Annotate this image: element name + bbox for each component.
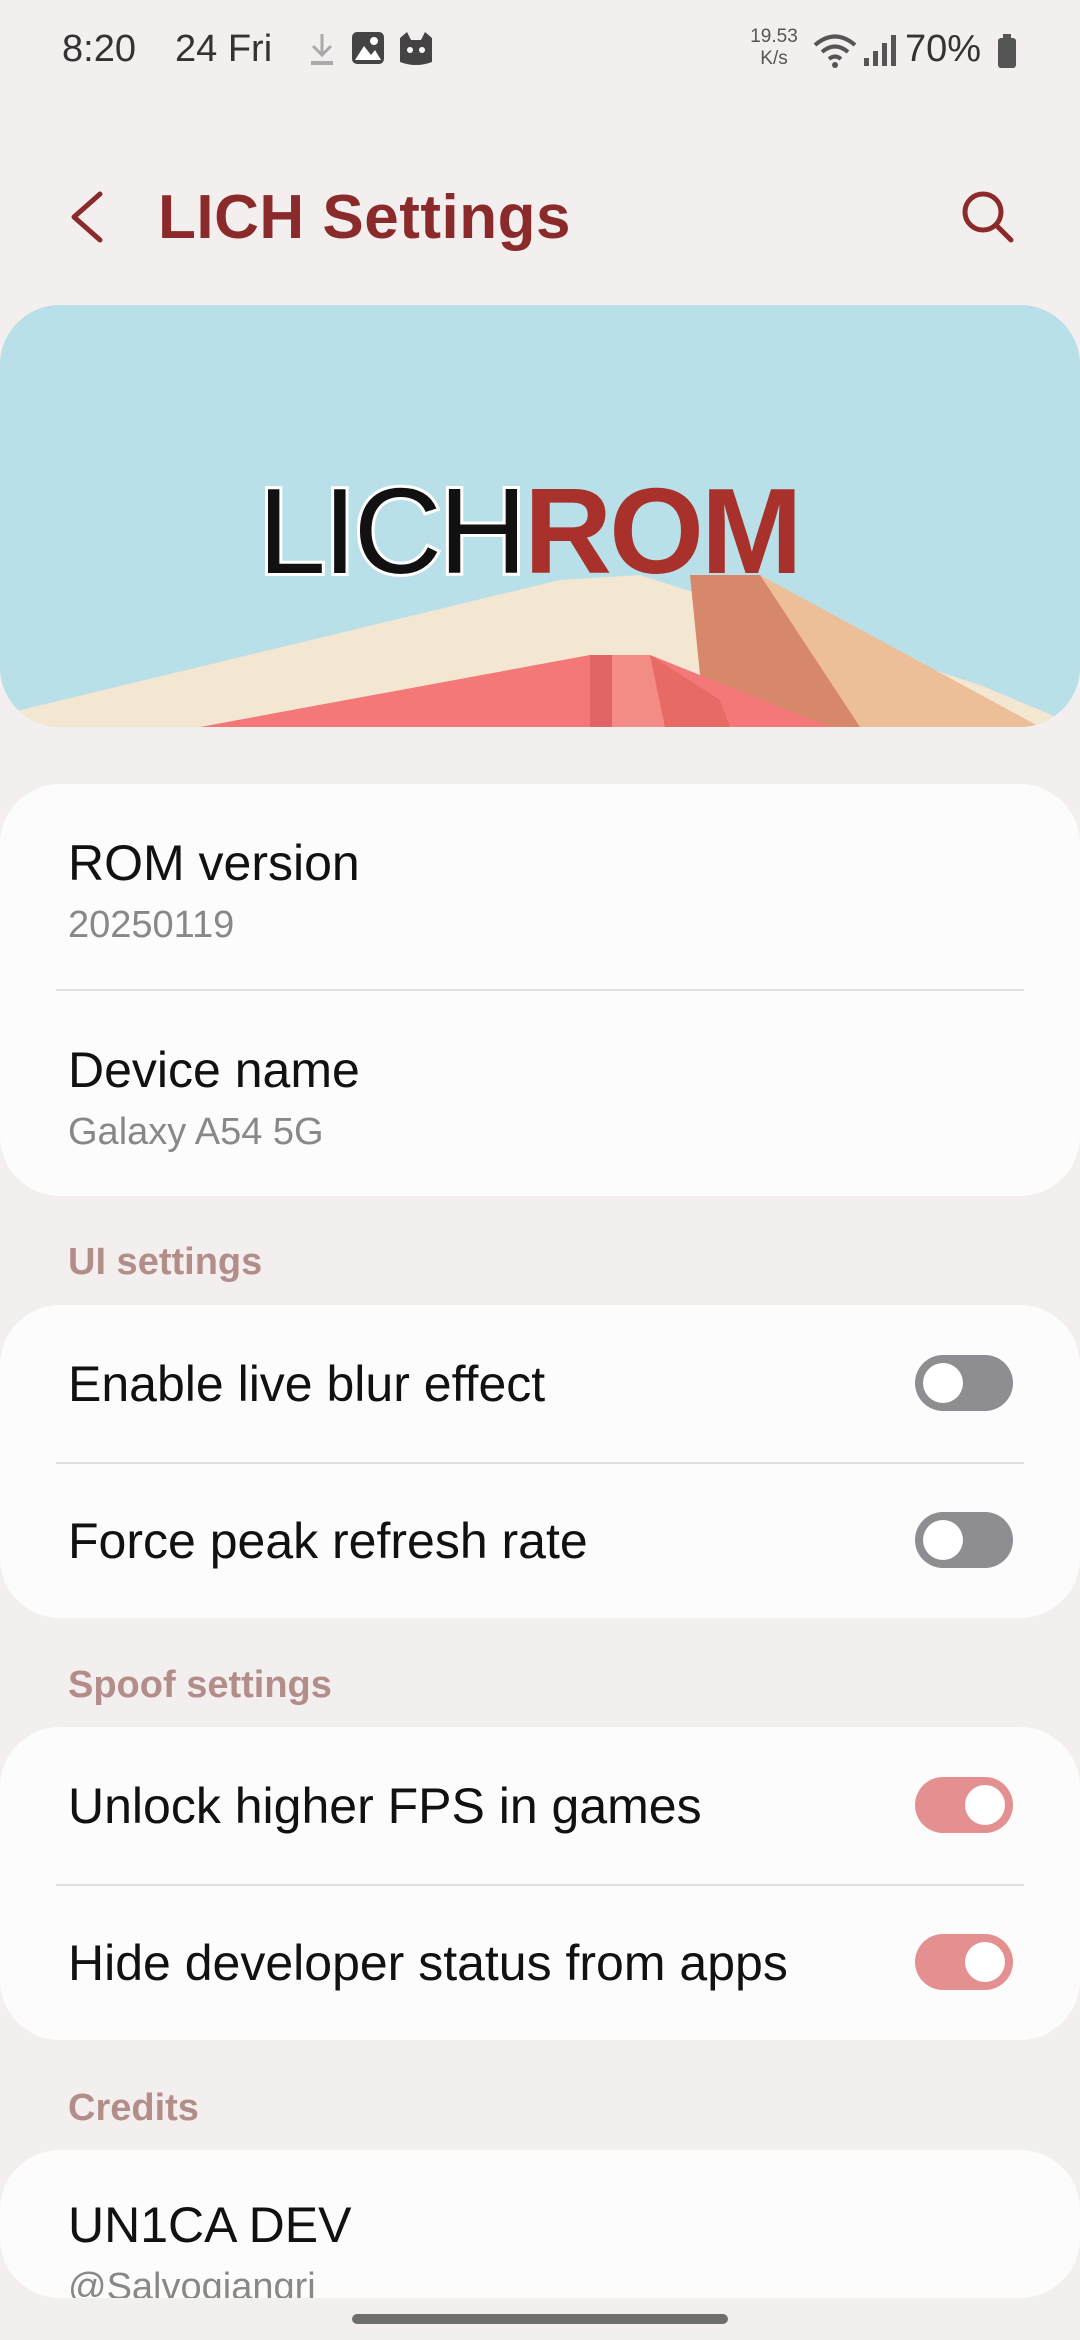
peak-refresh-switch[interactable] <box>915 1512 1013 1568</box>
unlock-fps-label: Unlock higher FPS in games <box>68 1778 702 1834</box>
section-header-ui-settings: UI settings <box>68 1241 263 1283</box>
wifi-icon <box>812 32 858 75</box>
rom-version-row[interactable]: ROM version 20250119 <box>0 784 1080 990</box>
cat-icon <box>396 30 436 71</box>
switch-knob <box>923 1363 963 1403</box>
status-bar: 8:20 24 Fri 19.53 K/s 70% <box>0 0 1080 100</box>
network-speed-value: 19.53 <box>750 26 798 47</box>
back-button[interactable] <box>60 182 120 252</box>
device-name-title: Device name <box>68 1042 360 1098</box>
search-button[interactable] <box>955 184 1019 248</box>
battery-icon <box>996 34 1018 75</box>
device-name-row[interactable]: Device name Galaxy A54 5G <box>0 991 1080 1196</box>
credits-card: UN1CA DEV @Salvogiangri <box>0 2150 1080 2298</box>
search-icon <box>962 191 1014 243</box>
info-card: ROM version 20250119 Device name Galaxy … <box>0 784 1080 1196</box>
credit-handle: @Salvogiangri <box>68 2266 316 2298</box>
page-title: LICH Settings <box>158 183 571 252</box>
battery-percentage: 70% <box>905 28 982 70</box>
unlock-fps-row[interactable]: Unlock higher FPS in games <box>0 1727 1080 1885</box>
rom-version-title: ROM version <box>68 835 360 891</box>
gallery-icon <box>350 30 386 71</box>
section-header-credits: Credits <box>68 2087 199 2129</box>
peak-refresh-row[interactable]: Force peak refresh rate <box>0 1464 1080 1618</box>
network-speed: 19.53 K/s <box>748 26 800 70</box>
switch-knob <box>965 1785 1005 1825</box>
peak-refresh-label: Force peak refresh rate <box>68 1513 588 1569</box>
logo-lich-text: LICH <box>255 463 530 599</box>
spoof-settings-card: Unlock higher FPS in games Hide develope… <box>0 1727 1080 2040</box>
device-name-value: Galaxy A54 5G <box>68 1111 324 1153</box>
unlock-fps-switch[interactable] <box>915 1777 1013 1833</box>
credit-name: UN1CA DEV <box>68 2197 352 2253</box>
hide-dev-status-row[interactable]: Hide developer status from apps <box>0 1886 1080 2040</box>
home-indicator[interactable] <box>352 2314 728 2324</box>
hide-dev-status-switch[interactable] <box>915 1934 1013 1990</box>
download-icon <box>306 30 338 75</box>
app-bar: LICH Settings <box>0 160 1080 270</box>
live-blur-label: Enable live blur effect <box>68 1356 546 1412</box>
logo-rom-text: ROM <box>523 463 803 599</box>
lichrom-logo: LICHROM <box>255 467 803 595</box>
credit-row[interactable]: UN1CA DEV @Salvogiangri <box>0 2150 1080 2298</box>
status-date: 24 Fri <box>175 28 273 70</box>
switch-knob <box>965 1942 1005 1982</box>
section-header-spoof-settings: Spoof settings <box>68 1664 332 1706</box>
settings-screen: 8:20 24 Fri 19.53 K/s 70% LICH Settings … <box>0 0 1080 2340</box>
chevron-left-icon <box>71 191 103 243</box>
live-blur-row[interactable]: Enable live blur effect <box>0 1305 1080 1463</box>
rom-version-value: 20250119 <box>68 904 235 946</box>
network-speed-unit: K/s <box>760 48 788 69</box>
ui-settings-card: Enable live blur effect Force peak refre… <box>0 1305 1080 1618</box>
live-blur-switch[interactable] <box>915 1355 1013 1411</box>
switch-knob <box>923 1520 963 1560</box>
signal-icon <box>862 34 898 73</box>
status-time: 8:20 <box>62 28 136 70</box>
hide-dev-status-label: Hide developer status from apps <box>68 1935 788 1991</box>
